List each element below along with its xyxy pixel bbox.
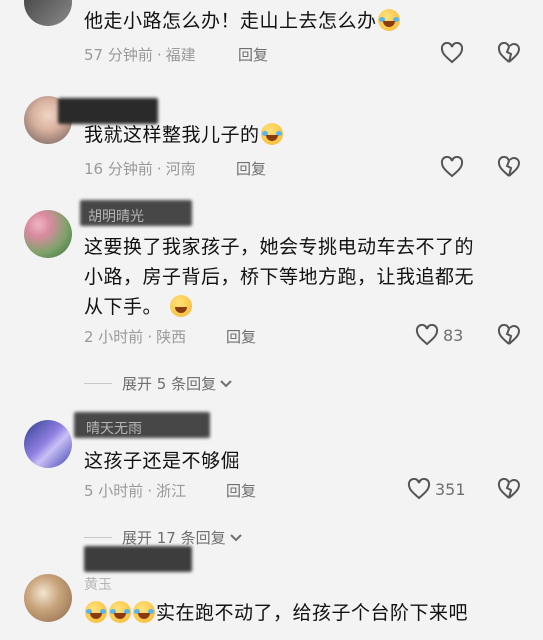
- divider: [84, 383, 112, 384]
- comment-time: 5 小时前: [84, 482, 144, 500]
- username-redacted: [84, 546, 192, 572]
- separator: ·: [156, 160, 162, 178]
- username: 胡明晴光: [88, 209, 144, 225]
- comment-text: 这要换了我家孩子，她会专挑电动车去不了的 小路，房子背后，桥下等地方跑，让我追都…: [84, 232, 483, 322]
- reply-button[interactable]: 回复: [238, 44, 268, 65]
- avatar[interactable]: [24, 420, 72, 468]
- separator: ·: [147, 328, 153, 346]
- separator: ·: [156, 46, 162, 64]
- comment-text-content: 他走小路怎么办！走山上去怎么办: [84, 10, 377, 32]
- reply-button[interactable]: 回复: [236, 158, 266, 179]
- comment-time: 2 小时前: [84, 328, 144, 346]
- like-heart-icon: [407, 478, 431, 500]
- comment-time: 16 分钟前: [84, 160, 153, 178]
- comment-text: 这孩子还是不够倔: [84, 446, 483, 476]
- dislike-broken-heart-icon[interactable]: [497, 478, 521, 500]
- like-count: 351: [435, 479, 466, 499]
- comment-text-line: 这要换了我家孩子，她会专挑电动车去不了的: [84, 236, 475, 258]
- sweat-smile-emoji-icon: [169, 295, 192, 317]
- comment-meta: 5 小时前 · 浙江: [84, 480, 186, 501]
- divider: [84, 537, 112, 538]
- like-heart-icon[interactable]: [440, 42, 464, 64]
- comment-location: 陕西: [156, 328, 187, 346]
- comment-location: 河南: [165, 160, 196, 178]
- like-heart-icon: [415, 324, 439, 346]
- comment-text-content: 这孩子还是不够倔: [84, 450, 241, 472]
- dislike-broken-heart-icon[interactable]: [497, 324, 521, 346]
- comment-location: 福建: [165, 46, 196, 64]
- comment-text: 他走小路怎么办！走山上去怎么办: [84, 6, 483, 36]
- laugh-cry-emoji-icon: [109, 601, 131, 623]
- username: 晴天无雨: [86, 421, 142, 437]
- reply-button[interactable]: 回复: [226, 480, 256, 501]
- comment-time: 57 分钟前: [84, 46, 153, 64]
- dislike-broken-heart-icon[interactable]: [497, 156, 521, 178]
- comment-text-content: 实在跑不动了，给孩子个台阶下来吧: [156, 602, 469, 624]
- expand-replies-button[interactable]: 展开 5 条回复: [84, 373, 233, 394]
- comment-meta: 57 分钟前 · 福建: [84, 44, 196, 65]
- comment-location: 浙江: [156, 482, 187, 500]
- like-count: 83: [443, 325, 464, 345]
- comment-text-line: 从下手。: [84, 292, 483, 322]
- comment-text: 我就这样整我儿子的: [84, 120, 483, 150]
- chevron-down-icon: [229, 533, 242, 541]
- reply-button[interactable]: 回复: [226, 326, 256, 347]
- comment-meta: 16 分钟前 · 河南: [84, 158, 196, 179]
- laugh-cry-emoji-icon: [133, 601, 155, 623]
- laugh-cry-emoji-icon: [85, 601, 107, 623]
- crying-emoji-icon: [260, 123, 283, 145]
- avatar[interactable]: [24, 210, 72, 258]
- comment-text: 实在跑不动了，给孩子个台阶下来吧: [84, 598, 483, 628]
- dislike-broken-heart-icon[interactable]: [497, 42, 521, 64]
- expand-replies-label: 展开 17 条回复: [122, 529, 226, 547]
- comment-text-line: 小路，房子背后，桥下等地方跑，让我追都无: [84, 266, 475, 288]
- expand-replies-label: 展开 5 条回复: [122, 375, 217, 393]
- avatar[interactable]: [24, 574, 72, 622]
- expand-replies-button[interactable]: 展开 17 条回复: [84, 527, 243, 548]
- comment-text-line-content: 从下手。: [84, 296, 163, 318]
- like-heart-icon[interactable]: [440, 156, 464, 178]
- username: 黄玉: [84, 577, 112, 593]
- like-button[interactable]: 351: [407, 478, 466, 500]
- avatar[interactable]: [24, 0, 72, 26]
- separator: ·: [147, 482, 153, 500]
- comment-text-content: 我就这样整我儿子的: [84, 124, 260, 146]
- laugh-cry-emoji-icon: [377, 9, 400, 31]
- like-button[interactable]: 83: [415, 324, 463, 346]
- chevron-down-icon: [220, 379, 232, 387]
- comment-meta: 2 小时前 · 陕西: [84, 326, 186, 347]
